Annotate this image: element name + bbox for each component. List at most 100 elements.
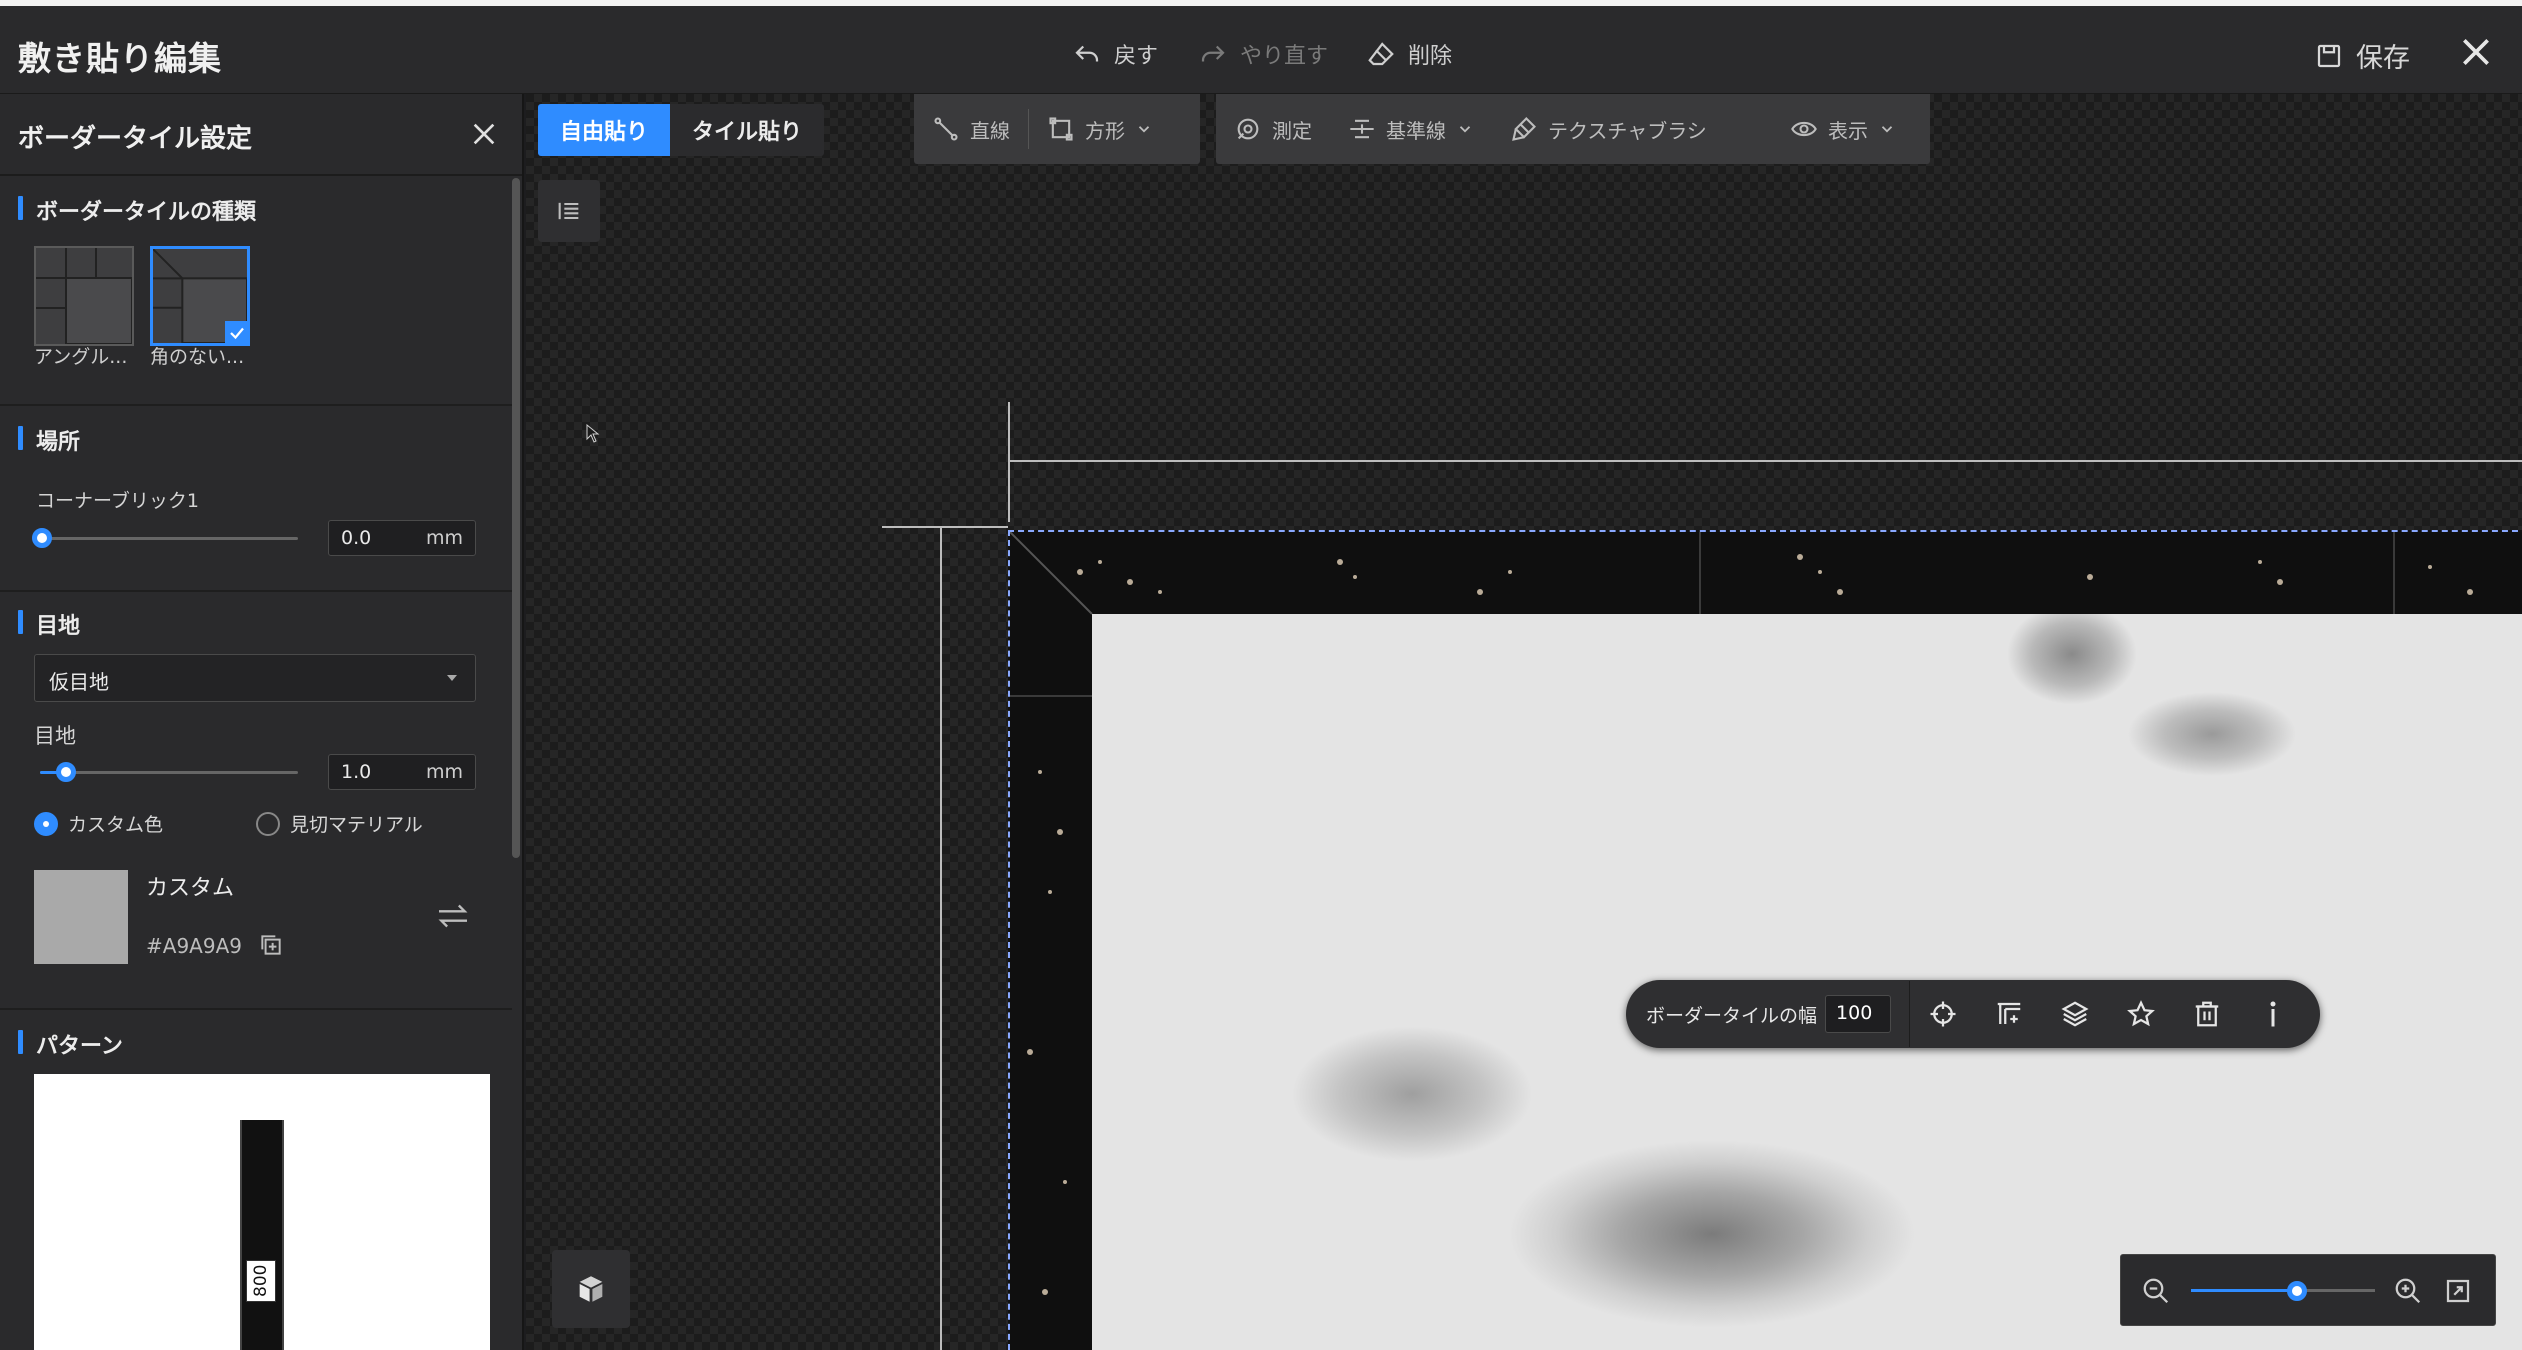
pattern-dimension: 800 <box>246 1260 276 1302</box>
redo-icon <box>1201 45 1225 62</box>
layers-button[interactable] <box>2042 981 2108 1047</box>
rect-icon <box>1049 117 1073 141</box>
line-tool[interactable]: 直線 <box>914 94 1028 164</box>
radio-custom-label: カスタム色 <box>68 814 164 836</box>
copy-icon[interactable] <box>258 932 284 958</box>
color-name: カスタム <box>146 876 235 901</box>
border-width-input[interactable]: 100 <box>1825 995 1892 1033</box>
texture-brush-tool[interactable]: テクスチャブラシ <box>1492 94 1725 164</box>
panel-scrollbar[interactable] <box>512 178 520 858</box>
fit-to-screen-icon[interactable] <box>2443 1276 2473 1306</box>
pattern-preview: 800 <box>34 1074 490 1350</box>
undo-icon <box>1075 45 1099 62</box>
corner-add-icon <box>1997 1002 2021 1024</box>
close-icon[interactable] <box>2456 32 2496 72</box>
rect-tool[interactable]: 方形 <box>1029 94 1171 164</box>
angle-pattern-icon <box>36 248 133 345</box>
save-button[interactable]: 保存 <box>2314 36 2410 75</box>
redo-button[interactable]: やり直す <box>1198 38 1328 70</box>
layout-mode-toggle: 自由貼り タイル貼り <box>538 104 825 156</box>
unit-label: mm <box>425 527 463 549</box>
title-bar: 敷き貼り編集 戻す やり直す 削除 保存 <box>0 0 2522 94</box>
rect-tool-label: 方形 <box>1085 118 1125 143</box>
measure-tool[interactable]: 測定 <box>1216 94 1330 164</box>
undo-button[interactable]: 戻す <box>1072 38 1158 70</box>
joint-heading: 目地 <box>18 608 80 640</box>
chevron-down-icon <box>1459 126 1471 133</box>
brush-icon <box>1512 117 1536 141</box>
measure-icon <box>1237 118 1259 140</box>
save-label: 保存 <box>2356 43 2410 74</box>
swap-icon[interactable] <box>436 902 470 930</box>
texture-brush-label: テクスチャブラシ <box>1548 118 1707 143</box>
delete-label: 削除 <box>1408 44 1453 69</box>
location-heading: 場所 <box>18 424 80 456</box>
list-icon <box>558 202 579 220</box>
tile-type-angle[interactable] <box>34 246 134 346</box>
corner-slider-track[interactable] <box>40 537 298 540</box>
layers-icon <box>2061 1001 2089 1027</box>
corner-add-button[interactable] <box>1976 981 2042 1047</box>
close-icon[interactable] <box>468 118 500 150</box>
pattern-strip <box>240 1120 284 1350</box>
mouse-cursor-icon <box>586 424 600 443</box>
info-button[interactable] <box>2240 981 2306 1047</box>
joint-width-label: 目地 <box>34 724 76 748</box>
view-tool[interactable]: 表示 <box>1772 94 1914 164</box>
measure-tool-group: 測定 基準線 テクスチャブラシ <box>1216 94 1776 164</box>
view-tool-label: 表示 <box>1828 118 1868 143</box>
joint-slider-knob[interactable] <box>56 762 76 782</box>
zoom-slider-fill <box>2191 1289 2297 1292</box>
save-icon <box>2317 44 2341 67</box>
zoom-out-icon[interactable] <box>2141 1276 2171 1306</box>
star-icon <box>2127 1000 2155 1027</box>
view-3d-button[interactable] <box>552 1250 630 1328</box>
measure-tool-label: 測定 <box>1272 118 1312 143</box>
favorite-button[interactable] <box>2108 981 2174 1047</box>
dimension-line <box>1008 402 1010 522</box>
radio-selected-icon <box>34 811 58 836</box>
eye-icon <box>1791 121 1817 137</box>
radio-material[interactable]: 見切マテリアル <box>256 810 423 837</box>
delete-button[interactable]: 削除 <box>1366 38 1452 70</box>
guide-line-tool-label: 基準線 <box>1386 118 1446 143</box>
guide-line-icon <box>1350 119 1374 139</box>
undo-label: 戻す <box>1114 44 1159 69</box>
mode-tile-button[interactable]: タイル貼り <box>670 104 824 156</box>
pattern-heading: パターン <box>18 1028 123 1060</box>
info-icon <box>2270 1001 2276 1027</box>
color-hex: #A9A9A9 <box>146 934 242 958</box>
guide-line-tool[interactable]: 基準線 <box>1330 94 1492 164</box>
dimension-line <box>940 526 942 1350</box>
panel-header: ボーダータイル設定 <box>0 94 522 176</box>
radio-material-label: 見切マテリアル <box>290 814 423 836</box>
color-swatch[interactable] <box>34 870 128 964</box>
radio-custom-color[interactable]: カスタム色 <box>34 810 163 837</box>
trash-button[interactable] <box>2174 981 2240 1047</box>
joint-type-select[interactable]: 仮目地 <box>34 654 476 702</box>
corner-slider-knob[interactable] <box>32 528 52 548</box>
redo-label: やり直す <box>1240 44 1329 69</box>
line-tool-label: 直線 <box>970 118 1010 143</box>
zoom-slider-knob[interactable] <box>2287 1281 2307 1301</box>
corner-value-input[interactable]: 0.0 mm <box>328 520 476 556</box>
editing-canvas[interactable]: 自由貼り タイル貼り 直線 方形 測定 基準線 テクスチャブラシ 表示 ボーダー… <box>526 94 2522 1350</box>
draw-tool-group: 直線 方形 <box>914 94 1200 164</box>
divider <box>0 1008 512 1010</box>
border-tile-area[interactable] <box>1008 530 2522 1350</box>
zoom-in-icon[interactable] <box>2393 1276 2423 1306</box>
layer-list-button[interactable] <box>538 180 600 242</box>
border-width-label: ボーダータイルの幅 <box>1646 1004 1818 1027</box>
tile-type-angle-label: アングル... <box>34 346 128 368</box>
mode-free-button[interactable]: 自由貼り <box>538 104 671 156</box>
crosshair-button[interactable] <box>1910 981 1976 1047</box>
trash-icon <box>2195 1001 2219 1027</box>
app-title: 敷き貼り編集 <box>18 39 222 78</box>
border-tile-settings-panel: ボーダータイル設定 ボーダータイルの種類 アングル... 角のない... 場所 … <box>0 94 524 1350</box>
dimension-line <box>1008 460 2522 462</box>
panel-title: ボーダータイル設定 <box>18 124 253 154</box>
joint-value: 1.0 <box>341 761 372 783</box>
tile-type-no-corner[interactable] <box>150 246 250 346</box>
joint-value-input[interactable]: 1.0 mm <box>328 754 476 790</box>
joint-slider-track[interactable] <box>40 771 298 774</box>
